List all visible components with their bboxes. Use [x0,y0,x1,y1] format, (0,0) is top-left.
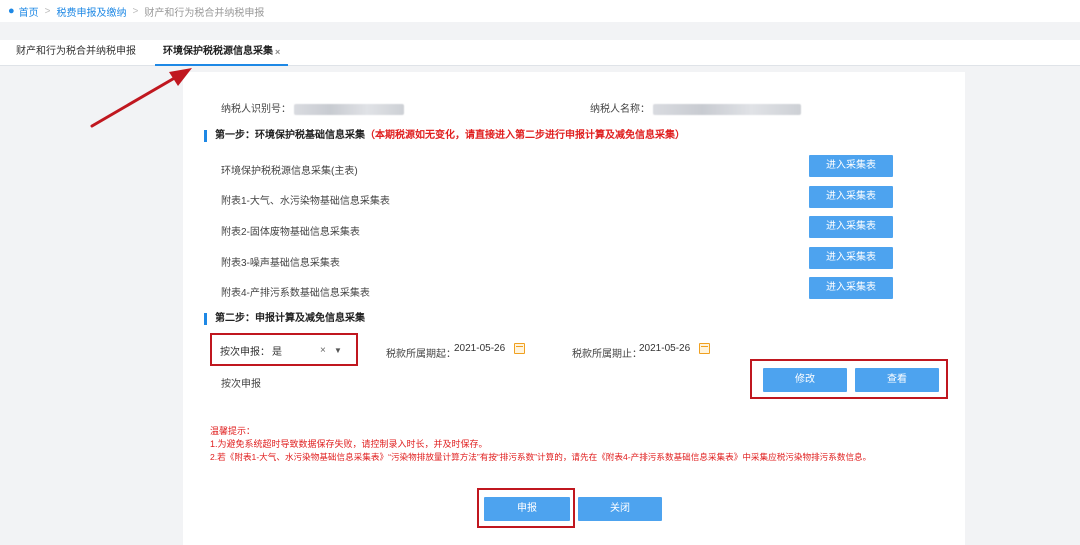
form-main-table-label: 环境保护税税源信息采集(主表) [221,166,358,177]
calendar-icon[interactable] [514,343,525,354]
enter-attachment2-button[interactable]: 进入采集表 [809,216,893,238]
form-attachment2-label: 附表2-固体废物基础信息采集表 [221,227,360,238]
taxpayer-name: 纳税人名称： [590,100,801,115]
breadcrumb-tax-filing-link[interactable]: 税费申报及缴纳 [57,4,127,19]
breadcrumb-separator: > [132,5,139,17]
tab-close-icon[interactable]: × [275,47,280,57]
tips-line2: 2.若《附表1-大气、水污染物基础信息采集表》“污染物排放量计算方法”有按“排污… [210,452,872,462]
redacted-taxpayer-name [652,103,801,115]
breadcrumb-separator: > [44,5,51,17]
declare-by-times-row-label: 按次申报 [221,379,261,390]
location-pin-icon: ● [8,5,15,17]
step2-title-text: 第二步：申报计算及减免信息采集 [215,313,365,324]
tab-property-behavior-tax[interactable]: 财产和行为税合并纳税申报 [8,40,144,66]
calendar-icon[interactable] [699,343,710,354]
form-attachment4-label: 附表4-产排污系数基础信息采集表 [221,288,370,299]
tips-title: 温馨提示： [210,426,256,436]
highlight-box-submit [477,488,575,528]
redacted-taxpayer-id [293,103,404,115]
step1-title-text: 第一步：环境保护税基础信息采集 [215,130,365,141]
period-end-label: 税款所属期止： [572,349,642,360]
tab-bar: 财产和行为税合并纳税申报 环境保护税税源信息采集 × [0,40,1080,66]
breadcrumb-current: 财产和行为税合并纳税申报 [144,7,265,19]
form-attachment3-label: 附表3-噪声基础信息采集表 [221,258,340,269]
highlight-box-select [210,333,358,366]
enter-main-table-button[interactable]: 进入采集表 [809,155,893,177]
breadcrumb-home-link[interactable]: 首页 [19,4,39,19]
step1-title: 第一步：环境保护税基础信息采集（本期税源如无变化，请直接进入第二步进行申报计算及… [204,130,685,142]
tab-label: 环境保护税税源信息采集 [163,46,273,57]
taxpayer-id: 纳税人识别号： [221,100,404,115]
period-start-label: 税款所属期起： [386,349,456,360]
main-panel [183,72,965,545]
tab-env-protection-tax-source[interactable]: 环境保护税税源信息采集 × [155,40,289,66]
enter-attachment3-button[interactable]: 进入采集表 [809,247,893,269]
tips-line1: 1.为避免系统超时导致数据保存失败，请控制录入时长，并及时保存。 [210,439,488,449]
step1-note: （本期税源如无变化，请直接进入第二步进行申报计算及减免信息采集） [365,130,685,141]
form-attachment1-label: 附表1-大气、水污染物基础信息采集表 [221,196,390,207]
highlight-box-actions [750,359,948,399]
taxpayer-id-label: 纳税人识别号： [221,104,291,115]
enter-attachment4-button[interactable]: 进入采集表 [809,277,893,299]
taxpayer-name-label: 纳税人名称： [590,104,650,115]
tab-label: 财产和行为税合并纳税申报 [16,46,136,57]
enter-attachment1-button[interactable]: 进入采集表 [809,186,893,208]
step2-title: 第二步：申报计算及减免信息采集 [204,313,365,325]
breadcrumb: ● 首页 > 税费申报及缴纳 > 财产和行为税合并纳税申报 [0,0,1080,22]
close-button[interactable]: 关闭 [578,497,662,521]
